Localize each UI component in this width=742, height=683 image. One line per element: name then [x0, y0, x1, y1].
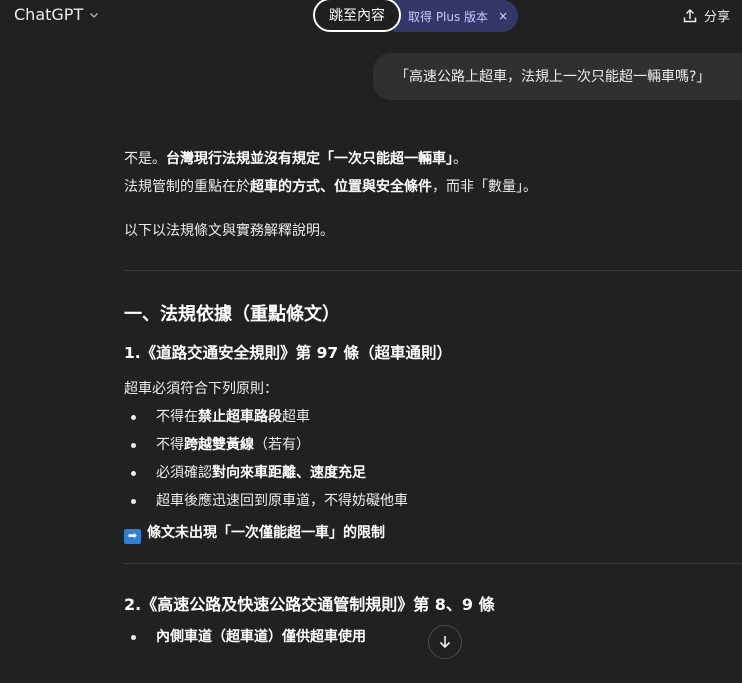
model-selector[interactable]: ChatGPT: [14, 5, 99, 24]
bullet-list: 不得在禁止超車路段超車 不得跨越雙黃線（若有） 必須確認對向來車距離、速度充足 …: [124, 403, 742, 515]
skip-to-content-link[interactable]: 跳至內容: [313, 0, 401, 32]
note-line: ➡ 條文未出現「一次僅能超一車」的限制: [124, 519, 742, 547]
list-item: 不得跨越雙黃線（若有）: [124, 431, 742, 459]
list-item: 必須確認對向來車距離、速度充足: [124, 459, 742, 487]
top-bar: ChatGPT 跳至內容 取得 Plus 版本 × 分享: [0, 0, 742, 34]
answer-text: 法規管制的重點在於: [124, 179, 250, 195]
share-label: 分享: [703, 10, 730, 25]
answer-paragraph: 不是。台灣現行法規並沒有規定「一次只能超一輛車」。 法規管制的重點在於超車的方式…: [124, 145, 742, 201]
user-message-text: 「高速公路上超車，法規上一次只能超一輛車嗎?」: [395, 69, 711, 85]
note-text: 條文未出現「一次僅能超一車」的限制: [147, 525, 385, 541]
scroll-to-bottom-button[interactable]: [428, 625, 462, 659]
section-heading: 一、法規依據（重點條文）: [124, 304, 340, 325]
share-button[interactable]: 分享: [682, 6, 730, 25]
answer-paragraph: 超車必須符合下列原則：: [124, 381, 278, 397]
answer-text: 。: [453, 151, 467, 167]
user-message-bubble: 「高速公路上超車，法規上一次只能超一輛車嗎?」: [373, 53, 742, 100]
answer-bold-text: 台灣現行法規並沒有規定「一次只能超一輛車」: [166, 151, 453, 167]
chevron-down-icon: [90, 12, 99, 18]
upgrade-plus-banner[interactable]: 取得 Plus 版本 ×: [394, 0, 518, 32]
list-item: 超車後應迅速回到原車道，不得妨礙他車: [124, 487, 742, 515]
app-name: ChatGPT: [14, 5, 84, 24]
close-icon[interactable]: ×: [498, 9, 508, 23]
answer-text: ，而非「數量」。: [432, 179, 537, 195]
upgrade-plus-label: 取得 Plus 版本: [408, 9, 489, 24]
arrow-down-icon: [439, 636, 451, 649]
answer-paragraph: 以下以法規條文與實務解釋說明。: [124, 223, 334, 239]
share-icon: [683, 8, 697, 22]
list-item: 不得在禁止超車路段超車: [124, 403, 742, 431]
assistant-message: 不是。台灣現行法規並沒有規定「一次只能超一輛車」。 法規管制的重點在於超車的方式…: [124, 145, 742, 651]
subsection-heading: 2.《高速公路及快速公路交通管制規則》第 8、9 條: [124, 595, 495, 614]
answer-text: 不是。: [124, 151, 166, 167]
answer-bold-text: 超車的方式、位置與安全條件: [250, 179, 432, 195]
right-arrow-icon: ➡: [124, 528, 141, 544]
subsection-heading: 1.《道路交通安全規則》第 97 條（超車通則）: [124, 344, 453, 362]
